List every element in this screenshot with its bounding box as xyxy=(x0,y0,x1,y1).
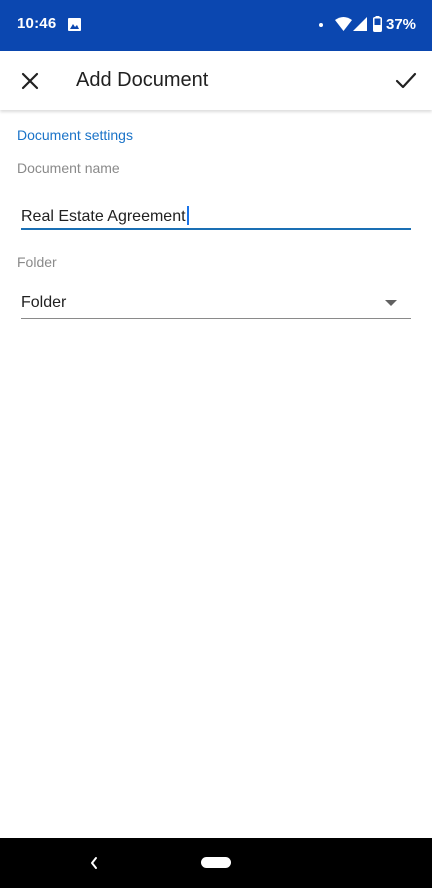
text-cursor xyxy=(186,206,189,225)
notification-dot-icon xyxy=(319,23,323,27)
page-title: Add Document xyxy=(76,69,209,91)
folder-label: Folder xyxy=(17,254,57,270)
save-button[interactable] xyxy=(390,65,422,97)
back-icon xyxy=(91,857,97,869)
section-header: Document settings xyxy=(17,127,133,143)
status-bar: 10:46 37% xyxy=(0,0,432,51)
folder-dropdown[interactable]: Folder xyxy=(21,288,411,319)
status-time: 10:46 xyxy=(17,15,57,32)
nav-back-button[interactable] xyxy=(84,853,104,873)
navigation-bar xyxy=(0,838,432,888)
document-name-field[interactable]: Real Estate Agreement xyxy=(21,200,411,230)
signal-icon xyxy=(353,17,367,31)
image-icon xyxy=(68,18,81,31)
folder-selected-value: Folder xyxy=(21,294,67,311)
nav-home-button[interactable] xyxy=(201,857,231,868)
document-name-label: Document name xyxy=(17,160,120,176)
battery-icon xyxy=(373,16,382,32)
add-document-screen: 10:46 37% Add Document Document settings… xyxy=(0,0,432,888)
document-name-text: Real Estate Agreement xyxy=(21,208,186,225)
battery-percentage: 37% xyxy=(386,16,417,33)
document-name-value: Real Estate Agreement xyxy=(21,206,189,226)
app-bar: Add Document xyxy=(0,51,432,110)
close-button[interactable] xyxy=(14,65,46,97)
close-icon xyxy=(21,72,39,90)
wifi-icon xyxy=(335,17,352,31)
dropdown-arrow-icon xyxy=(385,300,397,306)
check-icon xyxy=(395,72,417,89)
